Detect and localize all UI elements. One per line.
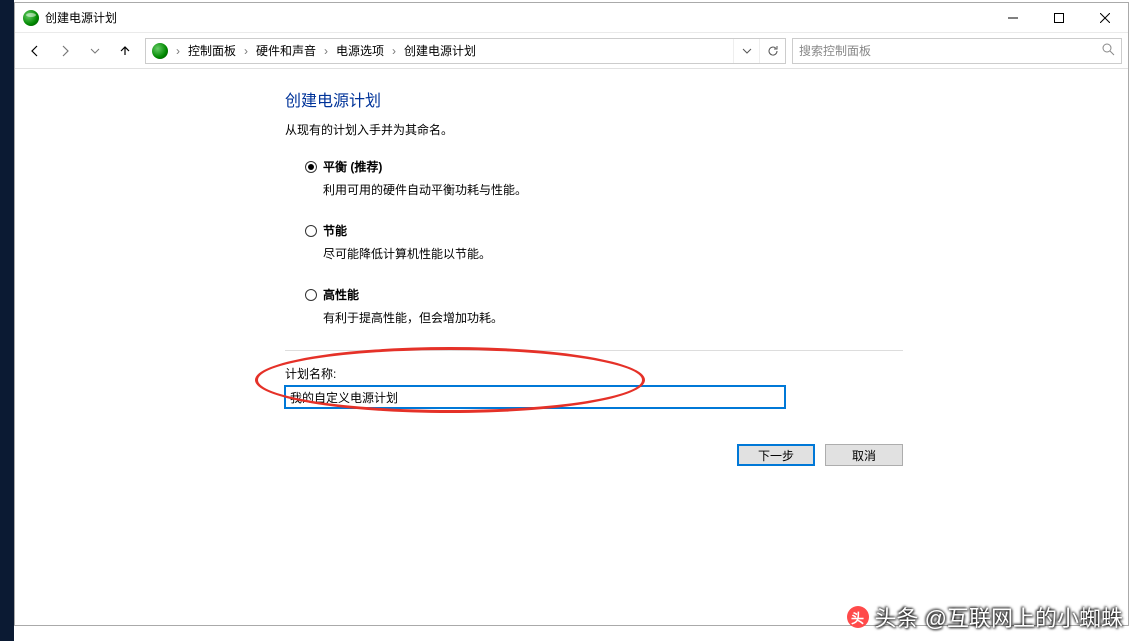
search-box[interactable] [792, 38, 1122, 64]
search-icon[interactable] [1102, 43, 1115, 59]
navigation-bar: › 控制面板 › 硬件和声音 › 电源选项 › 创建电源计划 [15, 33, 1128, 69]
chevron-right-icon[interactable]: › [322, 44, 330, 58]
option-desc: 利用可用的硬件自动平衡功耗与性能。 [323, 181, 1128, 198]
cancel-button[interactable]: 取消 [825, 444, 903, 466]
plan-name-label: 计划名称: [285, 365, 1128, 382]
watermark-text: 头条 @互联网上的小蜘蛛 [875, 601, 1123, 633]
option-desc: 有利于提高性能，但会增加功耗。 [323, 309, 1128, 326]
power-options-icon [23, 10, 39, 26]
search-input[interactable] [799, 44, 1102, 58]
power-options-icon [152, 43, 168, 59]
window-title: 创建电源计划 [45, 9, 990, 26]
breadcrumb-item[interactable]: 控制面板 [184, 40, 240, 61]
refresh-button[interactable] [759, 39, 785, 63]
page-subtitle: 从现有的计划入手并为其命名。 [285, 121, 1128, 138]
option-desc: 尽可能降低计算机性能以节能。 [323, 245, 1128, 262]
plan-name-section: 计划名称: [285, 365, 1128, 408]
page-title: 创建电源计划 [285, 87, 1128, 111]
minimize-button[interactable] [990, 3, 1036, 32]
desktop-edge [0, 0, 14, 641]
divider [285, 350, 903, 351]
recent-locations-dropdown[interactable] [81, 37, 109, 65]
radio-balanced[interactable] [305, 161, 317, 173]
option-label: 节能 [323, 222, 347, 239]
up-button[interactable] [111, 37, 139, 65]
window-controls [990, 3, 1128, 32]
breadcrumb: › 控制面板 › 硬件和声音 › 电源选项 › 创建电源计划 [174, 40, 733, 61]
power-plan-options: 平衡 (推荐) 利用可用的硬件自动平衡功耗与性能。 节能 尽可能降低计算机性能以… [285, 158, 1128, 326]
breadcrumb-item[interactable]: 创建电源计划 [400, 40, 480, 61]
chevron-right-icon[interactable]: › [390, 44, 398, 58]
titlebar: 创建电源计划 [15, 3, 1128, 33]
wizard-buttons: 下一步 取消 [285, 444, 903, 466]
radio-high-performance[interactable] [305, 289, 317, 301]
back-button[interactable] [21, 37, 49, 65]
watermark-logo-icon: 头 [847, 606, 869, 628]
option-balanced[interactable]: 平衡 (推荐) 利用可用的硬件自动平衡功耗与性能。 [305, 158, 1128, 198]
control-panel-window: 创建电源计划 › [14, 2, 1129, 626]
chevron-right-icon[interactable]: › [242, 44, 250, 58]
option-label: 高性能 [323, 286, 359, 303]
address-dropdown[interactable] [733, 39, 759, 63]
plan-name-input[interactable] [285, 386, 785, 408]
content-area: 创建电源计划 从现有的计划入手并为其命名。 平衡 (推荐) 利用可用的硬件自动平… [15, 69, 1128, 466]
maximize-button[interactable] [1036, 3, 1082, 32]
next-button[interactable]: 下一步 [737, 444, 815, 466]
chevron-right-icon[interactable]: › [174, 44, 182, 58]
radio-power-saver[interactable] [305, 225, 317, 237]
option-label: 平衡 (推荐) [323, 158, 382, 175]
watermark: 头 头条 @互联网上的小蜘蛛 [847, 601, 1123, 633]
close-button[interactable] [1082, 3, 1128, 32]
option-power-saver[interactable]: 节能 尽可能降低计算机性能以节能。 [305, 222, 1128, 262]
forward-button[interactable] [51, 37, 79, 65]
breadcrumb-item[interactable]: 电源选项 [332, 40, 388, 61]
breadcrumb-item[interactable]: 硬件和声音 [252, 40, 320, 61]
address-bar[interactable]: › 控制面板 › 硬件和声音 › 电源选项 › 创建电源计划 [145, 38, 786, 64]
option-high-performance[interactable]: 高性能 有利于提高性能，但会增加功耗。 [305, 286, 1128, 326]
